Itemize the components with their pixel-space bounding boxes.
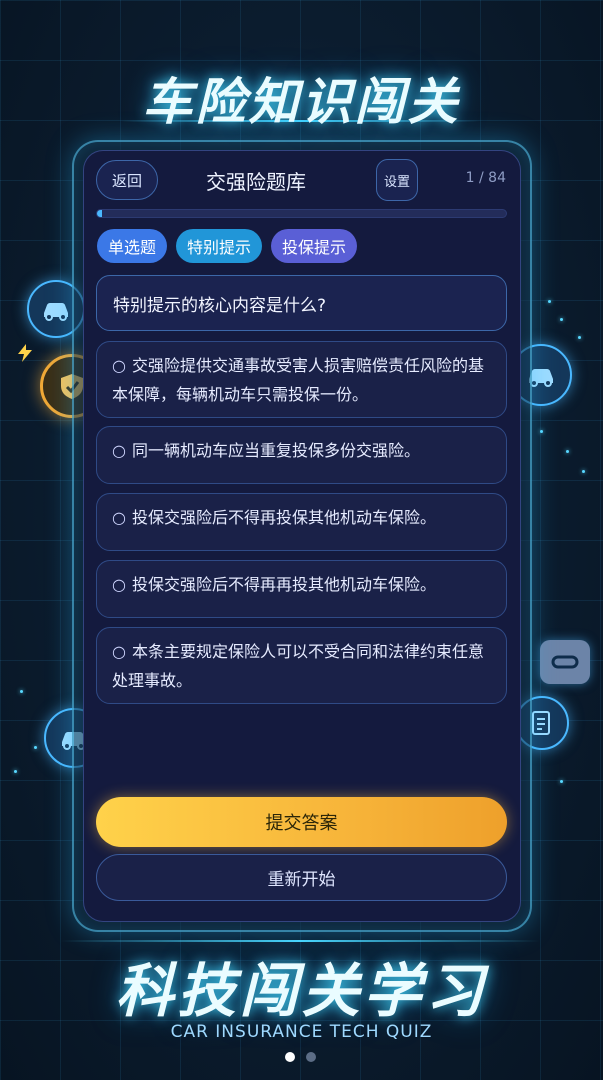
answer-option[interactable]: ○ 本条主要规定保险人可以不受合同和法律约束任意处理事故。 xyxy=(96,627,507,704)
glow-line-bottom xyxy=(60,940,540,942)
pagination-dot[interactable] xyxy=(285,1052,295,1062)
pagination-dot[interactable] xyxy=(306,1052,316,1062)
answer-option[interactable]: ○ 投保交强险后不得再再投其他机动车保险。 xyxy=(96,560,507,618)
back-button[interactable]: 返回 xyxy=(96,160,158,200)
option-text: 投保交强险后不得再再投其他机动车保险。 xyxy=(131,575,436,594)
option-text: 交强险提供交通事故受害人损害赔偿责任风险的基本保障，每辆机动车只需投保一份。 xyxy=(112,356,484,404)
radio-icon: ○ xyxy=(112,642,126,661)
submit-answer-button[interactable]: 提交答案 xyxy=(96,797,507,847)
tag-insurance-notice[interactable]: 投保提示 xyxy=(271,229,358,263)
radio-icon: ○ xyxy=(112,575,126,594)
tag-list: 单选题 特别提示 投保提示 xyxy=(97,229,358,263)
radio-icon: ○ xyxy=(112,508,126,527)
question-counter: 1 / 84 xyxy=(465,170,506,186)
question-text: 特别提示的核心内容是什么? xyxy=(96,275,507,331)
tag-special-notice[interactable]: 特别提示 xyxy=(176,229,263,263)
hero-title: 车险知识闯关 xyxy=(142,73,461,131)
lightning-icon xyxy=(18,344,32,362)
answer-option[interactable]: ○ 同一辆机动车应当重复投保多份交强险。 xyxy=(96,426,507,484)
subtitle: CAR INSURANCE TECH QUIZ xyxy=(170,1022,433,1042)
restart-button[interactable]: 重新开始 xyxy=(96,854,507,901)
tag-single-choice[interactable]: 单选题 xyxy=(97,229,168,263)
page-title: 交强险题库 xyxy=(206,170,306,194)
option-text: 投保交强险后不得再投保其他机动车保险。 xyxy=(131,508,436,527)
radio-icon: ○ xyxy=(112,441,126,460)
bottom-title: 科技闯关学习 xyxy=(115,957,488,1025)
settings-button[interactable]: 设置 xyxy=(376,159,418,201)
answer-option[interactable]: ○ 交强险提供交通事故受害人损害赔偿责任风险的基本保障，每辆机动车只需投保一份。 xyxy=(96,341,507,418)
radio-icon: ○ xyxy=(112,356,126,375)
option-text: 本条主要规定保险人可以不受合同和法律约束任意处理事故。 xyxy=(112,642,484,690)
progress-bar xyxy=(96,209,507,218)
chat-icon xyxy=(540,640,590,684)
pagination-dots xyxy=(285,1052,316,1062)
progress-fill xyxy=(97,210,102,217)
option-text: 同一辆机动车应当重复投保多份交强险。 xyxy=(131,441,420,460)
answer-option[interactable]: ○ 投保交强险后不得再投保其他机动车保险。 xyxy=(96,493,507,551)
top-bar: 返回 交强险题库 设置 1 / 84 xyxy=(96,158,508,202)
